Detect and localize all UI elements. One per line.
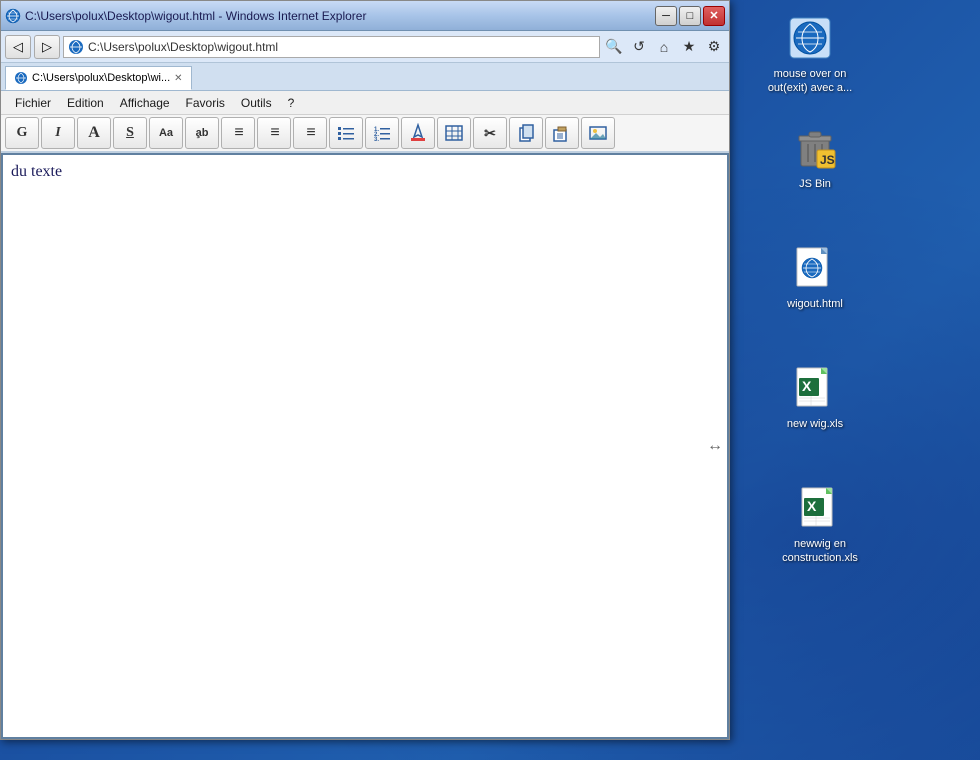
desktop-icon-mouse-over[interactable]: mouse over on out(exit) avec a... [760, 10, 860, 101]
address-ie-icon [68, 39, 84, 55]
address-box[interactable]: C:\Users\polux\Desktop\wigout.html [63, 36, 600, 58]
js-bin-icon: JS [791, 124, 839, 172]
ordered-list-icon: 1. 2. 3. [372, 123, 392, 143]
underline-button[interactable]: S [113, 117, 147, 149]
font-size-button[interactable]: Aa [149, 117, 183, 149]
close-button[interactable]: ✕ [703, 6, 725, 26]
table-button[interactable] [437, 117, 471, 149]
address-bar-row: ◁ ▷ C:\Users\polux\Desktop\wigout.html 🔍… [1, 31, 729, 63]
wigout-icon [791, 244, 839, 292]
tab-close-button[interactable]: ✕ [174, 73, 182, 84]
bold-button[interactable]: G [5, 117, 39, 149]
menu-bar: Fichier Edition Affichage Favoris Outils… [1, 91, 729, 115]
svg-text:3.: 3. [374, 137, 379, 143]
refresh-button[interactable]: ↺ [628, 36, 650, 58]
paste-button[interactable] [545, 117, 579, 149]
ordered-list-button[interactable]: 1. 2. 3. [365, 117, 399, 149]
image-button[interactable] [581, 117, 615, 149]
svg-text:JS: JS [820, 153, 835, 167]
desktop-icon-js-bin[interactable]: JS JS Bin [770, 120, 860, 196]
tab-row: C:\Users\polux\Desktop\wi... ✕ [1, 63, 729, 91]
home-button[interactable]: ⌂ [653, 36, 675, 58]
back-button[interactable]: ◁ [5, 35, 31, 59]
list-icon [336, 123, 356, 143]
minimize-button[interactable]: ─ [655, 6, 677, 26]
format-button[interactable]: a̧b [185, 117, 219, 149]
title-bar: C:\Users\polux\Desktop\wigout.html - Win… [1, 1, 729, 31]
new-wig-label: new wig.xls [774, 416, 856, 432]
newwig-construction-label: newwig en construction.xls [774, 536, 866, 567]
mouse-over-label: mouse over on out(exit) avec a... [764, 66, 856, 97]
menu-favoris[interactable]: Favoris [178, 94, 233, 112]
search-button[interactable]: 🔍 [603, 36, 625, 58]
align-left-button[interactable]: ≡ [221, 117, 255, 149]
svg-text:X: X [802, 378, 812, 394]
browser-tab[interactable]: C:\Users\polux\Desktop\wi... ✕ [5, 66, 192, 90]
desktop-icon-new-wig[interactable]: X new wig.xls [770, 360, 860, 436]
forward-button[interactable]: ▷ [34, 35, 60, 59]
color-button[interactable] [401, 117, 435, 149]
menu-help[interactable]: ? [280, 94, 303, 112]
wigout-label: wigout.html [774, 296, 856, 312]
title-bar-buttons: ─ □ ✕ [655, 6, 725, 26]
tools-gear-button[interactable]: ⚙ [703, 36, 725, 58]
align-right-button[interactable]: ≡ [293, 117, 327, 149]
desktop-icon-newwig-construction[interactable]: X newwig en construction.xls [770, 480, 870, 571]
new-wig-icon: X [791, 364, 839, 412]
svg-text:X: X [807, 498, 817, 514]
maximize-button[interactable]: □ [679, 6, 701, 26]
copy-button[interactable] [509, 117, 543, 149]
image-icon [588, 123, 608, 143]
list-button[interactable] [329, 117, 363, 149]
content-text: du texte [11, 163, 62, 180]
paste-icon [552, 123, 572, 143]
italic-button[interactable]: I [41, 117, 75, 149]
tab-label: C:\Users\polux\Desktop\wi... [32, 72, 170, 84]
js-bin-label: JS Bin [774, 176, 856, 192]
color-icon [408, 123, 428, 143]
browser-title-icon [5, 8, 21, 24]
tab-ie-icon [14, 71, 28, 85]
content-area[interactable]: du texte ↔ [1, 153, 729, 739]
browser-window: C:\Users\polux\Desktop\wigout.html - Win… [0, 0, 730, 740]
desktop-icon-wigout[interactable]: wigout.html [770, 240, 860, 316]
toolbar: G I A S Aa a̧b ≡ ≡ ≡ 1. 2. 3. [1, 115, 729, 153]
copy-icon [516, 123, 536, 143]
cut-button[interactable]: ✂ [473, 117, 507, 149]
table-icon [444, 123, 464, 143]
menu-edition[interactable]: Edition [59, 94, 112, 112]
menu-fichier[interactable]: Fichier [7, 94, 59, 112]
favorites-button[interactable]: ★ [678, 36, 700, 58]
align-center-button[interactable]: ≡ [257, 117, 291, 149]
menu-affichage[interactable]: Affichage [112, 94, 178, 112]
font-button[interactable]: A [77, 117, 111, 149]
address-text: C:\Users\polux\Desktop\wigout.html [88, 40, 278, 54]
newwig-construction-icon: X [796, 484, 844, 532]
resize-handle[interactable]: ↔ [707, 437, 723, 455]
title-bar-text: C:\Users\polux\Desktop\wigout.html - Win… [25, 9, 655, 23]
mouse-over-icon [786, 14, 834, 62]
menu-outils[interactable]: Outils [233, 94, 280, 112]
